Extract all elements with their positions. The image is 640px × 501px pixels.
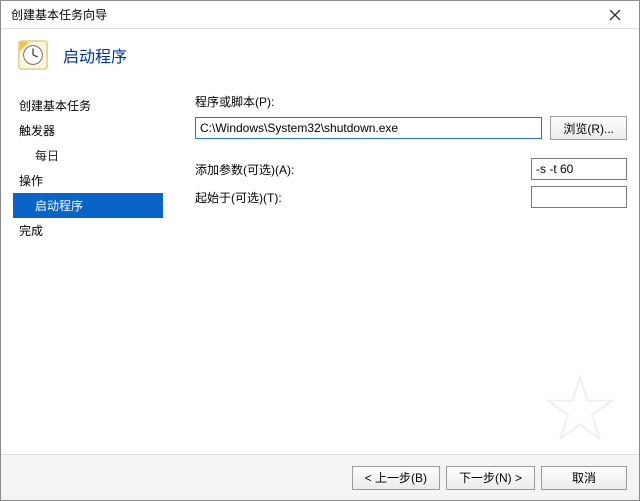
wizard-header: 启动程序 — [1, 29, 639, 89]
start-in-label: 起始于(可选)(T): — [195, 189, 405, 206]
clock-icon — [17, 39, 49, 71]
sidebar-item-start-program[interactable]: 启动程序 — [13, 193, 163, 218]
add-arguments-input[interactable] — [531, 158, 627, 180]
window-title: 创建基本任务向导 — [11, 6, 595, 23]
sidebar-item-action[interactable]: 操作 — [13, 168, 163, 193]
back-button[interactable]: < 上一步(B) — [352, 466, 440, 490]
sidebar-item-daily[interactable]: 每日 — [13, 143, 163, 168]
sidebar-item-finish[interactable]: 完成 — [13, 218, 163, 243]
sidebar: 创建基本任务 触发器 每日 操作 启动程序 完成 — [13, 89, 163, 454]
content-pane: 程序或脚本(P): 浏览(R)... 添加参数(可选)(A): 起始于(可选)(… — [163, 89, 627, 454]
titlebar: 创建基本任务向导 — [1, 1, 639, 29]
add-arguments-label: 添加参数(可选)(A): — [195, 161, 405, 178]
page-title: 启动程序 — [63, 43, 127, 67]
sidebar-item-trigger[interactable]: 触发器 — [13, 118, 163, 143]
close-icon — [609, 9, 621, 21]
wizard-window: 创建基本任务向导 启动程序 创建基本任务 触发器 每日 操作 启动程序 完成 — [0, 0, 640, 501]
program-script-label: 程序或脚本(P): — [195, 93, 355, 110]
browse-button[interactable]: 浏览(R)... — [550, 116, 627, 140]
start-in-input[interactable] — [531, 186, 627, 208]
wizard-footer: < 上一步(B) 下一步(N) > 取消 — [1, 454, 639, 500]
program-script-input[interactable] — [195, 117, 542, 139]
cancel-button[interactable]: 取消 — [541, 466, 627, 490]
sidebar-item-create-basic-task[interactable]: 创建基本任务 — [13, 93, 163, 118]
close-button[interactable] — [595, 1, 635, 28]
next-button[interactable]: 下一步(N) > — [446, 466, 535, 490]
wizard-body: 创建基本任务 触发器 每日 操作 启动程序 完成 程序或脚本(P): 浏览(R)… — [1, 89, 639, 454]
